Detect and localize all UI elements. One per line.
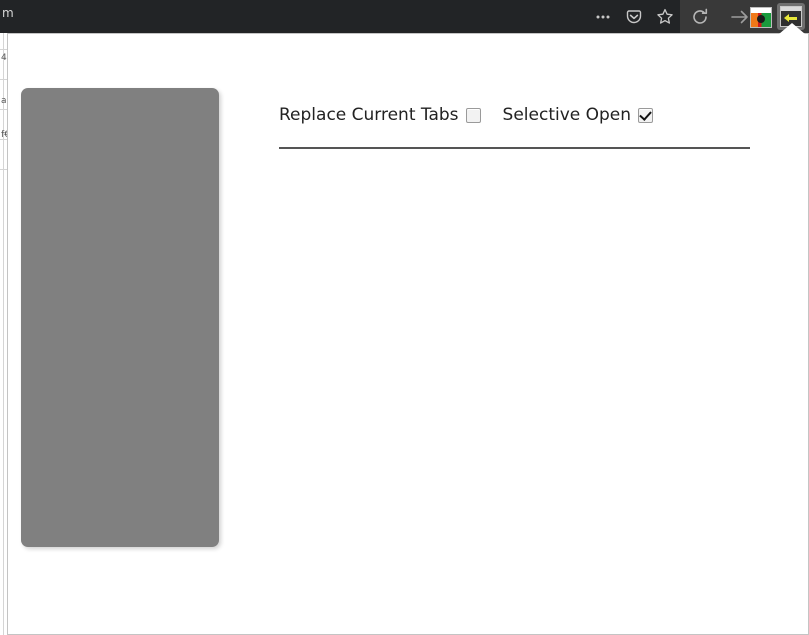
popup-pointer-arrow <box>779 23 805 34</box>
bookmark-star-icon[interactable] <box>653 5 677 29</box>
tab-title: m <box>2 6 14 20</box>
replace-current-tabs-label: Replace Current Tabs <box>279 105 459 125</box>
options-row: Replace Current Tabs Selective Open <box>279 100 751 130</box>
page-table-border-left <box>3 33 4 635</box>
replace-current-tabs-checkbox[interactable] <box>465 107 481 123</box>
reload-icon[interactable] <box>688 5 712 29</box>
page-text-fragment: a <box>1 96 7 106</box>
left-arrow-tail <box>788 16 797 20</box>
option-selective-open[interactable]: Selective Open <box>503 105 654 125</box>
browser-toolbar: m <box>0 0 809 33</box>
page-text-fragment: 4 <box>1 53 7 63</box>
browser-toolbar-left-strip <box>0 0 588 33</box>
action-button-panel <box>21 88 219 547</box>
selective-open-label: Selective Open <box>502 105 632 125</box>
overflow-menu-icon[interactable] <box>591 5 615 29</box>
pocket-icon[interactable] <box>622 5 646 29</box>
option-replace-current-tabs[interactable]: Replace Current Tabs <box>279 105 481 125</box>
urlbar-icon-group <box>588 0 680 33</box>
selective-open-checkbox[interactable] <box>638 107 654 123</box>
options-divider <box>279 147 750 149</box>
extension-popup: SAVE EDIT DELETE IMPORT DOWNLOAD DONATE … <box>7 33 809 635</box>
extension-icon-image[interactable] <box>748 4 774 30</box>
extension-image-glyph <box>750 6 772 28</box>
